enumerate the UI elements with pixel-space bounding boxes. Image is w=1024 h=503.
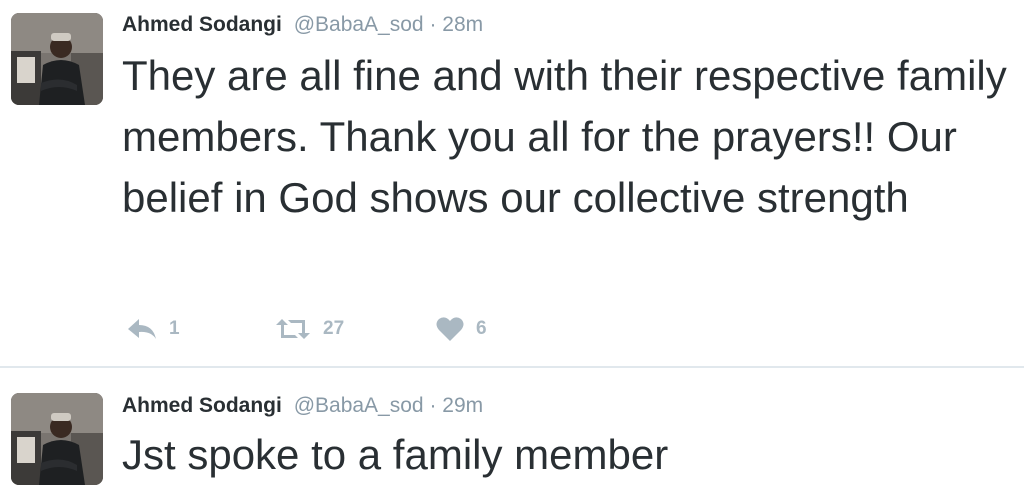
retweet-icon — [275, 317, 311, 341]
tweet-actions: 1 27 6 — [122, 314, 722, 344]
tweet-header: Ahmed Sodangi @BabaA_sod · 29m — [122, 393, 483, 419]
header-separator: · — [429, 13, 437, 36]
like-button[interactable]: 6 — [436, 314, 487, 344]
avatar[interactable] — [11, 393, 103, 485]
timestamp[interactable]: 28m — [442, 13, 483, 36]
header-separator: · — [429, 394, 437, 417]
tweet[interactable]: Ahmed Sodangi @BabaA_sod · 28m They are … — [0, 0, 1024, 367]
user-handle[interactable]: @BabaA_sod — [294, 13, 424, 36]
retweet-count: 27 — [323, 318, 345, 339]
display-name[interactable]: Ahmed Sodangi — [122, 394, 282, 417]
timestamp[interactable]: 29m — [442, 394, 483, 417]
display-name[interactable]: Ahmed Sodangi — [122, 13, 282, 36]
like-count: 6 — [476, 318, 487, 339]
heart-icon — [436, 316, 464, 342]
reply-icon — [127, 318, 157, 340]
tweet-text: They are all fine and with their respect… — [122, 52, 1007, 221]
reply-count: 1 — [169, 318, 180, 339]
tweet-divider — [0, 366, 1024, 368]
retweet-button[interactable]: 27 — [275, 314, 344, 344]
avatar[interactable] — [11, 13, 103, 105]
user-handle[interactable]: @BabaA_sod — [294, 394, 424, 417]
tweet-text: Jst spoke to a family member — [122, 431, 669, 478]
tweet[interactable]: Ahmed Sodangi @BabaA_sod · 29m Jst spoke… — [0, 369, 1024, 503]
tweet-header: Ahmed Sodangi @BabaA_sod · 28m — [122, 12, 483, 38]
reply-button[interactable]: 1 — [127, 314, 180, 344]
